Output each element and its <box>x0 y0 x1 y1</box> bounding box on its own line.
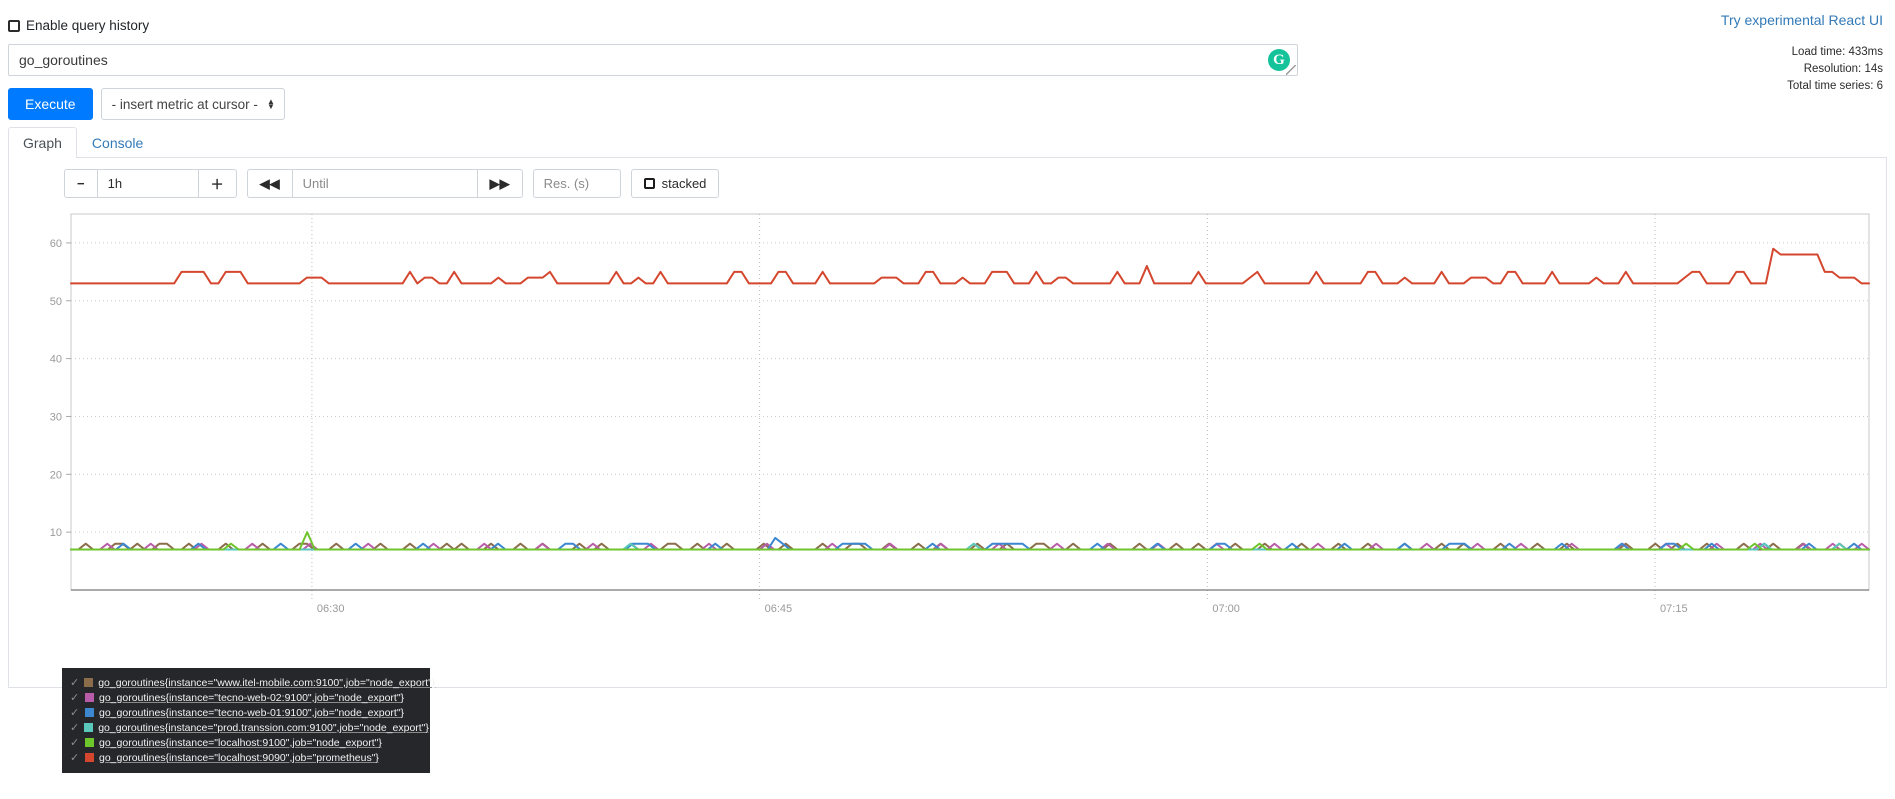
svg-text:20: 20 <box>50 469 62 481</box>
legend-color-swatch <box>85 738 94 747</box>
svg-text:50: 50 <box>50 296 62 308</box>
graph-controls: − 1h ＋ ◀◀ Until ▶▶ Res. (s) stacked <box>64 169 720 198</box>
chart-svg[interactable]: 10 20 30 40 50 60 06:30 06:45 07:00 07:15 <box>29 206 1877 626</box>
svg-text:10: 10 <box>50 527 62 539</box>
time-input-group: ◀◀ Until ▶▶ <box>246 169 523 198</box>
resolution-input-placeholder: Res. (s) <box>543 176 590 191</box>
chart-legend: ✓ go_goroutines{instance="www.itel-mobile… <box>62 668 435 773</box>
stacked-checkbox-icon <box>643 178 655 189</box>
legend-item[interactable]: ✓ go_goroutines{instance="tecno-web-02:91… <box>70 690 422 705</box>
tab-graph[interactable]: Graph <box>8 127 77 158</box>
stacked-label: stacked <box>661 176 707 191</box>
tab-console[interactable]: Console <box>77 127 158 158</box>
legend-item[interactable]: ✓ go_goroutines{instance="www.itel-mobile… <box>70 675 435 690</box>
legend-color-swatch <box>85 693 94 702</box>
legend-series-label: go_goroutines{instance="localhost:9090",… <box>99 751 379 764</box>
legend-color-swatch <box>84 723 94 732</box>
step-backward-button[interactable]: ◀◀ <box>246 169 293 198</box>
step-forward-button[interactable]: ▶▶ <box>476 169 523 198</box>
legend-color-swatch <box>85 708 94 717</box>
chevron-updown-icon: ▲ ▼ <box>266 97 275 111</box>
legend-item[interactable]: ✓ go_goroutines{instance="tecno-web-01:91… <box>70 705 422 720</box>
enable-query-history-checkbox[interactable] <box>8 19 20 32</box>
legend-item[interactable]: ✓ go_goroutines{instance="localhost:9090"… <box>70 750 422 765</box>
legend-series-label: go_goroutines{instance="www.itel-mobile.… <box>98 676 436 689</box>
insert-metric-select[interactable]: - insert metric at cursor - ▲ ▼ <box>100 88 285 120</box>
prometheus-graph-page: Enable query history Try experimental Re… <box>0 0 1895 799</box>
resolution-input[interactable]: Res. (s) <box>532 169 621 198</box>
legend-color-swatch <box>85 753 94 762</box>
insert-metric-select-label: - insert metric at cursor - <box>111 96 258 112</box>
stacked-toggle[interactable]: stacked <box>630 169 720 198</box>
query-input-wrapper: G <box>8 44 1298 76</box>
legend-check-icon[interactable]: ✓ <box>70 751 80 765</box>
legend-item[interactable]: ✓ go_goroutines{instance="prod.transsion.… <box>70 720 429 735</box>
range-input-group: − 1h ＋ <box>64 169 237 198</box>
resize-handle-icon[interactable] <box>1286 65 1296 75</box>
svg-text:60: 60 <box>50 238 62 250</box>
legend-check-icon[interactable]: ✓ <box>70 721 79 735</box>
until-input-placeholder: Until <box>302 176 329 191</box>
total-series-text: Total time series: 6 <box>1787 80 1883 92</box>
execute-row: Execute - insert metric at cursor - ▲ ▼ <box>8 88 285 120</box>
until-input[interactable]: Until <box>291 169 478 198</box>
svg-text:30: 30 <box>50 411 62 423</box>
try-experimental-react-ui-link[interactable]: Try experimental React UI <box>1721 12 1883 28</box>
legend-series-label: go_goroutines{instance="localhost:9100",… <box>99 736 382 749</box>
legend-series-label: go_goroutines{instance="prod.transsion.c… <box>98 721 429 734</box>
legend-color-swatch <box>84 678 94 687</box>
legend-item[interactable]: ✓ go_goroutines{instance="localhost:9100"… <box>70 735 422 750</box>
range-input[interactable]: 1h <box>96 169 199 198</box>
svg-text:07:00: 07:00 <box>1212 603 1240 615</box>
graph-chart[interactable]: 10 20 30 40 50 60 06:30 06:45 07:00 07:15 <box>29 206 1877 626</box>
svg-text:06:30: 06:30 <box>317 603 345 615</box>
legend-series-label: go_goroutines{instance="tecno-web-02:910… <box>99 691 405 704</box>
legend-check-icon[interactable]: ✓ <box>70 736 80 750</box>
svg-text:07:15: 07:15 <box>1660 603 1688 615</box>
legend-check-icon[interactable]: ✓ <box>70 706 80 720</box>
query-stats: Load time: 433ms Resolution: 14s Total t… <box>1787 44 1883 95</box>
svg-text:06:45: 06:45 <box>765 603 793 615</box>
enable-query-history-label: Enable query history <box>26 18 150 33</box>
execute-button[interactable]: Execute <box>8 88 93 120</box>
graph-panel: − 1h ＋ ◀◀ Until ▶▶ Res. (s) stacked 10 20… <box>8 158 1887 688</box>
load-time-text: Load time: 433ms <box>1791 46 1883 58</box>
enable-query-history-row[interactable]: Enable query history <box>8 18 149 33</box>
tab-bar: Graph Console <box>8 127 1887 158</box>
decrease-range-button[interactable]: − <box>64 169 98 198</box>
svg-text:40: 40 <box>50 354 62 366</box>
legend-check-icon[interactable]: ✓ <box>70 691 80 705</box>
increase-range-button[interactable]: ＋ <box>197 169 237 198</box>
legend-series-label: go_goroutines{instance="tecno-web-01:910… <box>99 706 405 719</box>
legend-check-icon[interactable]: ✓ <box>70 676 79 690</box>
resolution-text: Resolution: 14s <box>1803 63 1883 75</box>
query-input[interactable] <box>8 44 1298 76</box>
